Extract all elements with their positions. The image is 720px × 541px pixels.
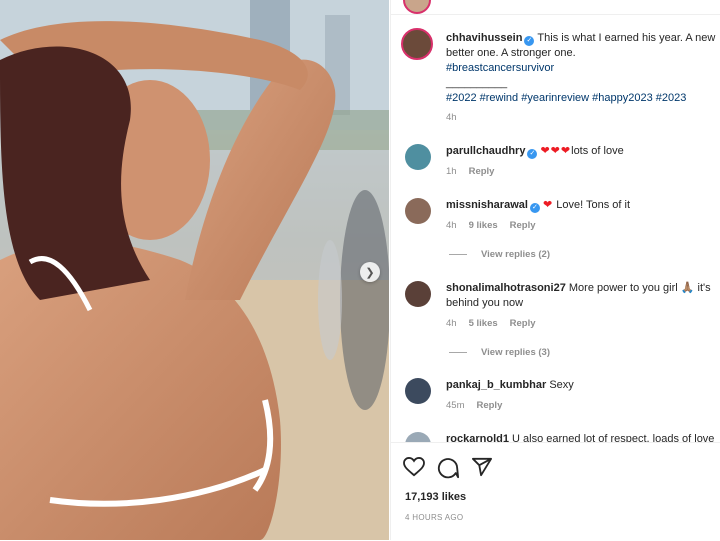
view-replies-button[interactable]: View replies (3): [449, 347, 550, 358]
avatar[interactable]: [405, 281, 431, 307]
comment-meta: 4h 9 likes Reply: [446, 220, 536, 231]
caption-time: 4h: [446, 112, 457, 123]
author-avatar-top[interactable]: [403, 0, 431, 14]
post-timestamp: 4 HOURS AGO: [405, 513, 464, 522]
avatar[interactable]: [405, 198, 431, 224]
reply-button[interactable]: Reply: [510, 318, 536, 329]
comment-2: missnisharawal ✓ ❤ Love! Tons of it: [446, 198, 630, 213]
post-actions: 17,193 likes 4 HOURS AGO: [391, 442, 720, 541]
hearts-emoji: ❤❤❤: [540, 145, 572, 157]
share-icon[interactable]: [471, 457, 493, 477]
post-photo: ❯: [0, 0, 389, 540]
comment-time: 45m: [446, 400, 465, 411]
comment-meta: 45m Reply: [446, 400, 502, 411]
comment-time: 4h: [446, 318, 457, 329]
comment-author[interactable]: parullchaudhry: [446, 145, 525, 157]
post-header: [391, 0, 720, 15]
hashtag-link[interactable]: #breastcancersurvivor: [446, 61, 554, 76]
author-avatar[interactable]: [401, 28, 433, 60]
reply-button[interactable]: Reply: [510, 220, 536, 231]
reply-button[interactable]: Reply: [476, 400, 502, 411]
avatar[interactable]: [405, 144, 431, 170]
comment-meta: 1h Reply: [446, 166, 494, 177]
comment-author[interactable]: missnisharawal: [446, 199, 528, 211]
heart-icon[interactable]: [403, 457, 425, 477]
view-replies-label[interactable]: View replies (3): [481, 347, 550, 358]
comments-panel: chhavihussein ✓ This is what I earned his …: [390, 0, 720, 541]
verified-icon: ✓: [529, 203, 540, 213]
comment-author[interactable]: pankaj_b_kumbhar: [446, 379, 546, 391]
comment-text: Love! Tons of it: [556, 199, 631, 211]
caption-line1: chhavihussein ✓ This is what I earned his …: [446, 31, 715, 46]
reply-button[interactable]: Reply: [469, 166, 495, 177]
comment-3: shonalimalhotrasoni27 More power to you …: [446, 281, 711, 296]
comment-likes[interactable]: 5 likes: [469, 318, 498, 329]
view-replies-button[interactable]: View replies (2): [449, 249, 550, 260]
comment-text: lots of love: [571, 145, 624, 157]
hashtags-links[interactable]: #2022 #rewind #yearinreview #happy2023 #…: [446, 91, 686, 106]
comment-likes[interactable]: 9 likes: [469, 220, 498, 231]
avatar[interactable]: [405, 378, 431, 404]
verified-icon: ✓: [524, 36, 535, 46]
likes-count[interactable]: 17,193 likes: [405, 491, 466, 503]
caption-text1: This is what I earned his year. A new: [537, 32, 716, 44]
comment-4: pankaj_b_kumbhar Sexy: [446, 378, 574, 393]
verified-icon: ✓: [527, 149, 538, 159]
caption-author[interactable]: chhavihussein: [446, 32, 522, 44]
comment-text: More power to you girl 🙏🏽 it's: [568, 282, 711, 294]
next-photo-button[interactable]: ❯: [360, 262, 380, 282]
hearts-emoji: ❤: [542, 199, 554, 211]
comment-author[interactable]: shonalimalhotrasoni27: [446, 282, 566, 294]
comment-text-cont: behind you now: [446, 297, 524, 309]
comment-time: 4h: [446, 220, 457, 231]
comment-text: Sexy: [549, 379, 574, 391]
caption-line2: better one. A stronger one.: [446, 47, 576, 59]
caption-separator: __________: [446, 77, 508, 89]
divider: [449, 351, 467, 353]
chevron-right-icon: ❯: [365, 266, 375, 279]
comment-1: parullchaudhry ✓ ❤❤❤lots of love: [446, 144, 624, 159]
divider: [449, 253, 467, 255]
comment-icon[interactable]: [437, 457, 459, 479]
comment-meta: 4h 5 likes Reply: [446, 318, 536, 329]
view-replies-label[interactable]: View replies (2): [481, 249, 550, 260]
comment-time: 1h: [446, 166, 457, 177]
